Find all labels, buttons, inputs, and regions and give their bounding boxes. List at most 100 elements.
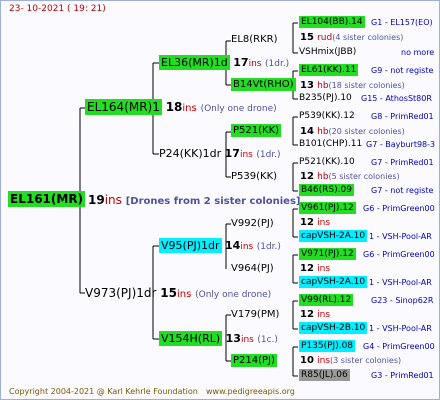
g1-queen-1-ins-label: ins — [182, 103, 197, 114]
g2-queen-4-ins-number: 13 — [225, 332, 241, 345]
g3-queen-6: V964(PJ) — [231, 264, 274, 274]
g3-queen-8-name[interactable]: P214(PJ) — [231, 354, 277, 367]
g2-queen-2-name[interactable]: P24(KK)1dr — [159, 147, 221, 160]
g3-queen-6-name[interactable]: V964(PJ) — [231, 263, 274, 274]
g2-queen-1: EL36(MR)1d 17ins (1dr.) — [159, 55, 289, 70]
g3-ins-4-label: hb — [317, 172, 329, 182]
g4-queen-3-name[interactable]: EL61(KK).11 — [299, 64, 359, 76]
g4-queen-6-name[interactable]: B101(CHP).11 — [299, 139, 362, 149]
g4-queen-13-name[interactable]: V99(RL).12 — [299, 294, 354, 306]
g3-ins-1-note: (4 sister colonies) — [332, 33, 404, 42]
g3-ins-4-number: 12 — [300, 171, 314, 182]
g3-queen-1-name[interactable]: EL8(RKR) — [231, 34, 278, 45]
g2-queen-4-note: (1c.) — [257, 335, 278, 345]
g3-ins-6-number: 12 — [300, 263, 314, 274]
g4-queen-2-name[interactable]: VSHmix(JBB) — [299, 47, 356, 57]
g4-queen-11-name[interactable]: V971(PJ).12 — [299, 248, 356, 260]
g4-queen-3: EL61(KK).11 — [299, 64, 359, 76]
g2-queen-1-name[interactable]: EL36(MR)1d — [159, 55, 230, 70]
g2-queen-3-ins-number: 14 — [225, 239, 241, 252]
root-insemination: 19ins [Drones from 2 sister colonies] — [88, 194, 301, 207]
g3-ins-3-note: (20 sister colonies) — [328, 127, 405, 136]
g4-queen-14: capVSH-2B.10 — [299, 322, 368, 334]
g3-ins-4: 12 hb(5 sister colonies) — [300, 172, 400, 182]
pedigree-chart: { "header": {"date": "23- 10-2021 ( 19: … — [0, 0, 440, 400]
g2-queen-3: V95(PJ)1dr 14ins (1dr.) — [159, 238, 281, 253]
g4-queen-6: B101(CHP).11 — [299, 140, 362, 149]
g3-ins-1-number: 15 — [300, 32, 314, 43]
g4-queen-7-name[interactable]: P521(KK).10 — [299, 157, 355, 167]
g4-queen-4: B235(PJ).10 — [299, 94, 352, 103]
g2-queen-1-ins-number: 17 — [233, 56, 249, 69]
g4-queen-5-name[interactable]: P539(KK).12 — [299, 111, 355, 121]
g3-ins-1: 15 rud(4 sister colonies) — [300, 33, 403, 43]
g4-queen-15: P135(PJ).08 — [299, 340, 356, 352]
g3-ins-2-label: hb — [317, 81, 329, 91]
g3-ins-7-label: ins — [317, 310, 331, 320]
g4-queen-1-name[interactable]: EL104(BB).14 — [299, 16, 365, 28]
g4-queen-14-name[interactable]: capVSH-2B.10 — [299, 322, 368, 334]
g1-queen-1-name[interactable]: EL164(MR)1 — [85, 99, 162, 115]
g4-info-2: no more — [401, 48, 435, 57]
g3-queen-3-name[interactable]: P521(KK) — [231, 124, 282, 137]
g4-info-7: G7 - PrimRed01 — [371, 158, 434, 167]
g4-queen-15-name[interactable]: P135(PJ).08 — [299, 340, 356, 352]
g1-queen-2-name[interactable]: V973(PJ)1dr — [85, 286, 156, 300]
g4-info-5: G8 - PrimRed01 — [371, 112, 434, 121]
g4-queen-11: V971(PJ).12 — [299, 248, 356, 260]
g3-queen-4-name[interactable]: P539(KK) — [231, 171, 277, 182]
g3-queen-7: V179(PM) — [231, 310, 279, 320]
g3-ins-3-number: 14 — [300, 126, 314, 137]
website-link[interactable]: www.pedigreeapis.org — [206, 388, 295, 396]
g4-info-11: G6 - PrimGreen00 — [363, 250, 435, 259]
g4-queen-9-name[interactable]: V961(PJ).12 — [299, 202, 356, 214]
g4-queen-4-name[interactable]: B235(PJ).10 — [299, 93, 352, 103]
g1-queen-1-ins-number: 18 — [165, 100, 183, 114]
g3-ins-3: 14 hb(20 sister colonies) — [300, 127, 405, 137]
report-date: 23- 10-2021 ( 19: 21) — [9, 4, 106, 14]
root-ins-number: 19 — [88, 193, 105, 207]
g2-queen-4-ins-label: ins — [240, 335, 254, 345]
g4-info-4: G15 - AthosSt80R — [361, 94, 432, 103]
g2-queen-2-note: (1dr.) — [256, 150, 281, 160]
g4-info-15: G4 - PrimGreen00 — [363, 342, 435, 351]
g2-queen-3-name[interactable]: V95(PJ)1dr — [159, 238, 222, 253]
g3-ins-6-label: ins — [317, 264, 331, 274]
g4-queen-12-name[interactable]: capVSH-2A.10 — [299, 276, 368, 288]
g4-queen-13: V99(RL).12 — [299, 294, 354, 306]
g3-queen-2-name[interactable]: B14Vt(RHO) — [231, 78, 296, 91]
g1-queen-1: EL164(MR)1 18ins (Only one drone) — [85, 99, 277, 115]
g2-queen-3-ins-label: ins — [240, 242, 254, 252]
g4-queen-12: capVSH-2A.10 — [299, 276, 368, 288]
g2-queen-2: P24(KK)1dr 17ins (1dr.) — [159, 148, 281, 160]
root-drone-note: [Drones from 2 sister colonies] — [125, 196, 301, 207]
g4-queen-16: R85(JL).06 — [299, 369, 350, 381]
root-ins-label: ins — [104, 193, 122, 207]
g4-info-3: G9 - not registe — [371, 66, 434, 75]
g4-info-6: G7 - Bayburt98-3 — [366, 140, 436, 149]
g3-ins-3-label: hb — [317, 127, 329, 137]
g4-queen-9: V961(PJ).12 — [299, 202, 356, 214]
g4-info-16: G3 - PrimRed01 — [371, 371, 434, 380]
g4-queen-10-name[interactable]: capVSH-2A.10 — [299, 230, 368, 242]
g4-queen-2: VSHmix(JBB) — [299, 48, 356, 57]
g2-queen-1-ins-label: ins — [248, 59, 262, 69]
g1-queen-2-ins-number: 15 — [160, 286, 177, 300]
g4-queen-8-name[interactable]: B46(RS).09 — [299, 184, 354, 196]
g3-queen-5: V992(PJ) — [231, 219, 274, 229]
g3-ins-5: 12 ins — [300, 218, 330, 228]
g3-ins-8-note: (3 sister colonies) — [330, 356, 402, 365]
g3-queen-2: B14Vt(RHO) — [231, 78, 296, 91]
root-queen-name[interactable]: EL161(MR) — [8, 191, 86, 207]
g2-queen-2-ins-number: 17 — [224, 147, 240, 160]
g3-queen-5-name[interactable]: V992(PJ) — [231, 218, 274, 229]
g2-queen-4-name[interactable]: V154H(RL) — [159, 331, 223, 346]
g1-queen-1-note: (Only one drone) — [200, 104, 277, 114]
g4-queen-16-name[interactable]: R85(JL).06 — [299, 369, 350, 381]
g3-queen-7-name[interactable]: V179(PM) — [231, 309, 279, 320]
g4-info-9: G6 - PrimGreen00 — [363, 204, 435, 213]
copyright-notice: Copyright 2004-2021 @ Karl Kehrle Founda… — [9, 387, 198, 396]
g3-queen-1: EL8(RKR) — [231, 35, 278, 45]
g3-ins-7-number: 12 — [300, 309, 314, 320]
g2-queen-4: V154H(RL) 13ins (1c.) — [159, 331, 278, 346]
